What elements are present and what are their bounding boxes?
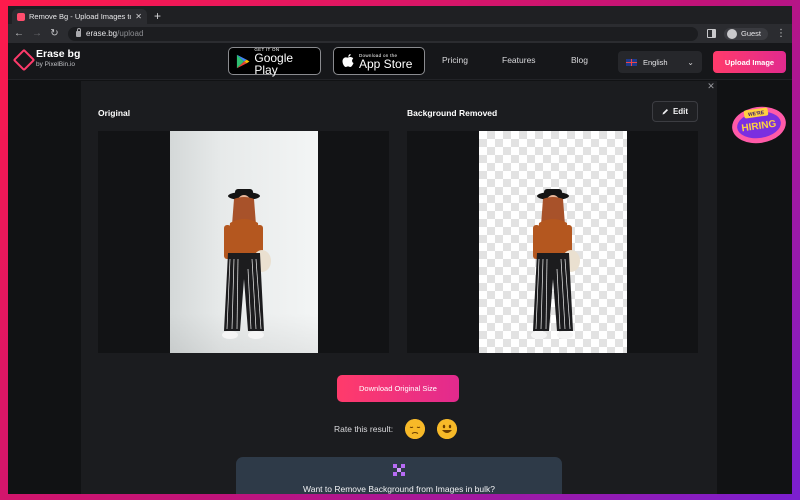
grid-pattern-icon — [393, 464, 405, 476]
tab-title: Remove Bg - Upload Images to — [29, 12, 132, 21]
removed-title: Background Removed — [407, 108, 498, 118]
main-content: Original Background Removed Edit Downloa… — [8, 81, 792, 494]
edit-label: Edit — [672, 107, 689, 116]
logo-icon — [14, 50, 32, 68]
logo-name: Erase bg — [36, 48, 81, 60]
original-image-frame — [98, 131, 389, 353]
browser-window: Remove Bg - Upload Images to ✕ + ← → ↻ e… — [8, 6, 792, 494]
logo[interactable]: Erase bg by PixelBin.io — [14, 49, 80, 68]
site-header: Erase bg by PixelBin.io GET IT ON Google… — [8, 43, 792, 80]
new-tab-button[interactable]: + — [154, 9, 161, 24]
logo-sub: by PixelBin.io — [36, 60, 76, 68]
happy-face-icon[interactable] — [437, 419, 458, 439]
person-cutout — [531, 189, 580, 339]
side-panel-icon[interactable] — [706, 29, 716, 38]
download-original-button[interactable]: Download Original Size — [337, 375, 459, 402]
nav-pricing[interactable]: Pricing — [442, 55, 468, 65]
rating-row: Rate this result: — [334, 419, 458, 439]
chevron-down-icon: ⌄ — [687, 57, 694, 67]
edit-button[interactable]: Edit — [652, 101, 698, 122]
tab-strip: Remove Bg - Upload Images to ✕ + — [8, 6, 792, 24]
back-icon[interactable]: ← — [14, 28, 24, 39]
browser-tab[interactable]: Remove Bg - Upload Images to ✕ — [12, 9, 147, 24]
removed-photo — [479, 131, 627, 353]
google-play-icon — [236, 54, 250, 68]
app-store-big: App Store — [359, 56, 413, 71]
nav-features[interactable]: Features — [502, 55, 536, 65]
nav-blog[interactable]: Blog — [571, 55, 588, 65]
apple-icon — [342, 53, 354, 67]
original-photo — [170, 131, 318, 353]
upload-image-button[interactable]: Upload Image — [713, 51, 786, 73]
uk-flag-icon — [626, 58, 637, 66]
language-select[interactable]: English ⌄ — [618, 51, 702, 73]
result-panel: Original Background Removed Edit Downloa… — [81, 81, 717, 494]
address-bar[interactable]: erase.bg/upload — [68, 26, 698, 41]
pencil-icon — [662, 109, 668, 115]
browser-toolbar: ← → ↻ erase.bg/upload Guest ⋮ — [8, 24, 792, 43]
forward-icon[interactable]: → — [32, 28, 42, 39]
bulk-promo-text: Want to Remove Background from Images in… — [303, 484, 495, 494]
language-label: English — [643, 57, 668, 67]
original-title: Original — [98, 108, 131, 118]
lock-icon — [76, 27, 81, 37]
close-tab-icon[interactable]: ✕ — [135, 12, 142, 21]
url-text: erase.bg/upload — [86, 29, 144, 38]
profile-label: Guest — [740, 29, 761, 38]
app-store-button[interactable]: Download on the App Store — [333, 47, 425, 75]
google-play-big: Google Play — [254, 50, 294, 77]
avatar-icon — [726, 28, 737, 39]
google-play-button[interactable]: GET IT ON Google Play — [228, 47, 321, 77]
bulk-promo-card[interactable]: Want to Remove Background from Images in… — [236, 457, 562, 494]
favicon-icon — [17, 12, 25, 21]
person-figure — [222, 189, 271, 339]
profile-button[interactable]: Guest — [723, 27, 768, 40]
rate-label: Rate this result: — [334, 424, 394, 434]
sad-face-icon[interactable] — [405, 419, 426, 439]
hiring-close-icon[interactable]: ✕ — [704, 81, 718, 93]
menu-icon[interactable]: ⋮ — [776, 28, 786, 39]
reload-icon[interactable]: ↻ — [50, 28, 59, 39]
hiring-badge[interactable]: WE'RE HIRING — [728, 99, 790, 149]
removed-image-frame — [407, 131, 698, 353]
